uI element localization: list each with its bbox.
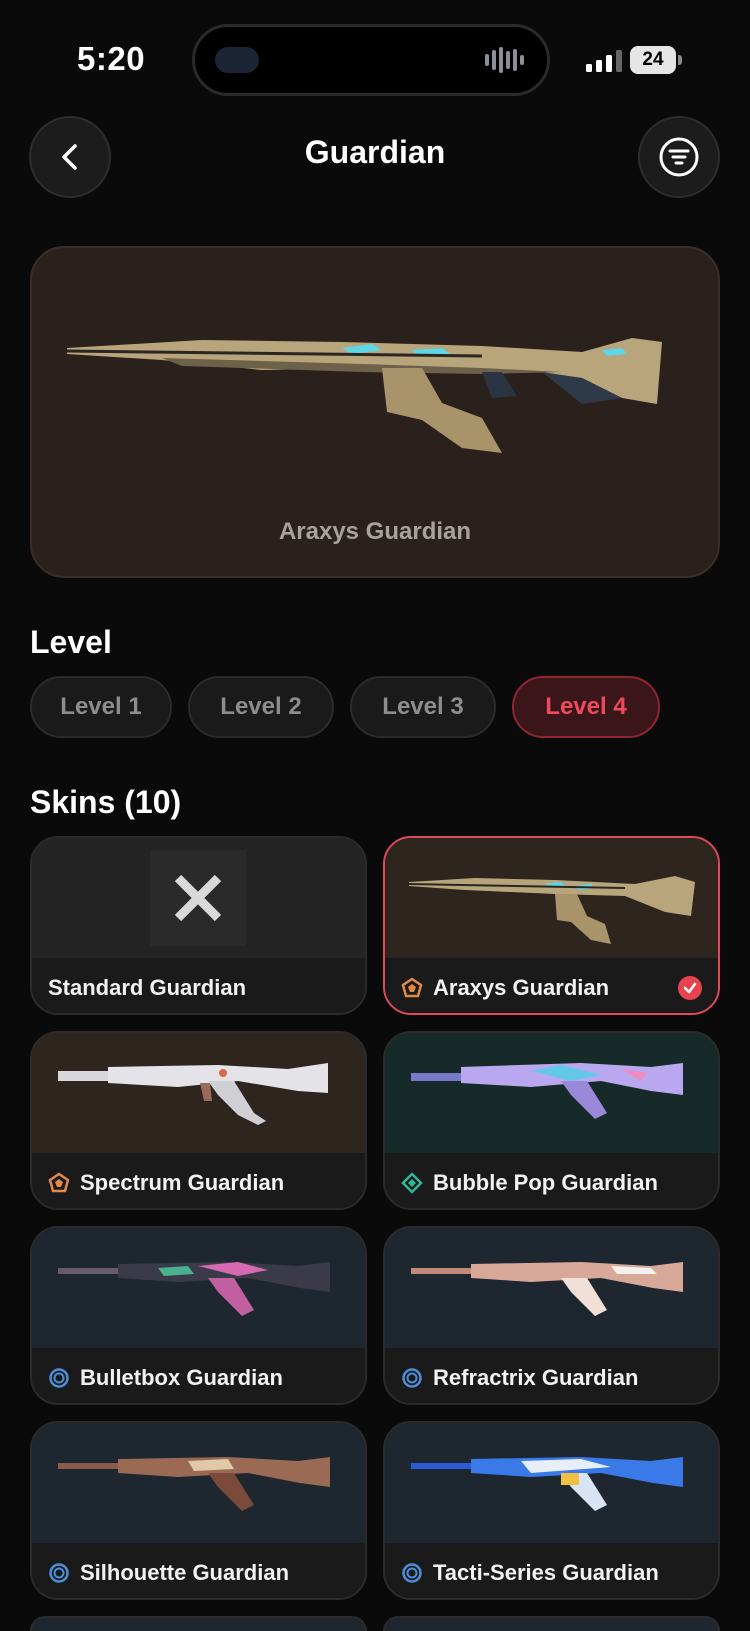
skin-name: Araxys Guardian (433, 974, 610, 1000)
skin-card-refractrix-guardian[interactable]: Refractrix Guardian (383, 1226, 720, 1405)
deluxe-tier-icon (48, 1367, 70, 1389)
skin-name: Refractrix Guardian (433, 1364, 639, 1390)
skin-thumbnail (385, 1423, 718, 1543)
skin-card-silhouette-guardian[interactable]: Silhouette Guardian (30, 1421, 367, 1600)
skin-name: Bulletbox Guardian (80, 1364, 283, 1390)
skin-card-standard-guardian[interactable]: Standard Guardian (30, 836, 367, 1015)
preview-skin-name: Araxys Guardian (278, 518, 472, 545)
skin-name: Tacti-Series Guardian (433, 1559, 659, 1585)
battery-icon: 24 (630, 46, 682, 74)
level-section-title: Level (30, 624, 112, 660)
weapon-thumbnail-image (58, 1457, 330, 1511)
skin-thumbnail (32, 1228, 365, 1348)
skin-card-partial[interactable] (30, 1616, 367, 1631)
skins-section-title: Skins (10) (30, 784, 182, 820)
no-skin-icon (150, 850, 246, 946)
skin-card-tacti-series-guardian[interactable]: Tacti-Series Guardian (383, 1421, 720, 1600)
weapon-thumbnail-image (58, 1063, 328, 1125)
skins-grid: Standard Guardian Araxys Guardian Spectr… (30, 836, 720, 1631)
skin-thumbnail (32, 1033, 365, 1153)
weapon-thumbnail-image (411, 1063, 683, 1119)
status-bar: 5:20 24 (0, 0, 750, 110)
level-2-chip[interactable]: Level 2 (188, 676, 334, 738)
skin-thumbnail (385, 838, 718, 958)
skin-card-araxys-guardian[interactable]: Araxys Guardian (383, 836, 720, 1015)
skin-card-bubble-pop-guardian[interactable]: Bubble Pop Guardian (383, 1031, 720, 1210)
weapon-thumbnail-image (411, 1262, 683, 1316)
camera-icon (215, 47, 259, 73)
exclusive-tier-icon (401, 976, 423, 999)
skin-name: Spectrum Guardian (80, 1169, 285, 1195)
skin-name: Bubble Pop Guardian (433, 1169, 658, 1195)
skin-name: Silhouette Guardian (80, 1559, 290, 1585)
dynamic-island (192, 24, 550, 96)
audio-wave-icon (485, 47, 525, 73)
skin-card-bulletbox-guardian[interactable]: Bulletbox Guardian (30, 1226, 367, 1405)
filter-button[interactable] (638, 116, 720, 198)
exclusive-tier-icon (48, 1171, 70, 1194)
filter-icon (659, 137, 699, 177)
level-selector: Level 1 Level 2 Level 3 Level 4 (30, 676, 660, 738)
status-time: 5:20 (77, 40, 146, 77)
deluxe-tier-icon (48, 1562, 70, 1584)
level-3-chip[interactable]: Level 3 (350, 676, 496, 738)
skin-card-spectrum-guardian[interactable]: Spectrum Guardian (30, 1031, 367, 1210)
skin-preview-card: Araxys Guardian (30, 246, 720, 578)
premium-tier-icon (401, 1171, 423, 1194)
level-4-chip[interactable]: Level 4 (512, 676, 660, 738)
weapon-thumbnail-image (58, 1262, 330, 1316)
weapon-thumbnail-image (411, 1457, 683, 1511)
skin-thumbnail (385, 1228, 718, 1348)
weapon-thumbnail-image (408, 876, 695, 944)
skin-thumbnail (32, 838, 365, 958)
skin-thumbnail (32, 1423, 365, 1543)
deluxe-tier-icon (401, 1562, 423, 1584)
deluxe-tier-icon (401, 1367, 423, 1389)
skin-name: Standard Guardian (48, 974, 247, 1000)
level-1-chip[interactable]: Level 1 (30, 676, 172, 738)
cellular-signal-icon (586, 48, 622, 72)
weapon-preview-image (66, 338, 662, 453)
selected-check-icon (678, 976, 702, 1000)
skin-thumbnail (385, 1033, 718, 1153)
skin-card-partial[interactable] (383, 1616, 720, 1631)
